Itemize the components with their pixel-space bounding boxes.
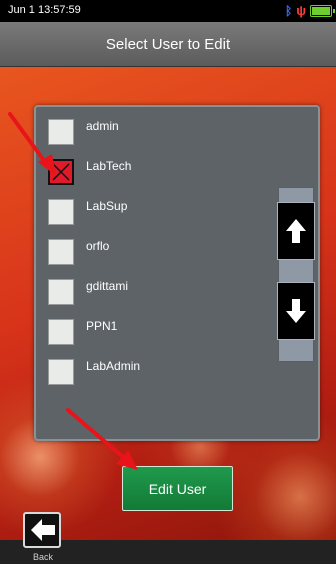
scroll-up-button[interactable]	[277, 202, 315, 260]
user-checkbox-checked[interactable]	[48, 159, 74, 185]
user-name: PPN1	[86, 319, 118, 333]
edit-user-button[interactable]: Edit User	[122, 466, 233, 511]
status-time: Jun 1 13:57:59	[8, 4, 81, 16]
bluetooth-icon: ᛒ	[285, 4, 293, 18]
user-name: LabAdmin	[86, 359, 141, 373]
user-row-ppn1[interactable]: PPN1	[48, 319, 258, 349]
user-row-gdittami[interactable]: gdittami	[48, 279, 258, 309]
user-checkbox[interactable]	[48, 279, 74, 305]
scroll-down-button[interactable]	[277, 282, 315, 340]
user-checkbox[interactable]	[48, 119, 74, 145]
user-name: admin	[86, 119, 119, 133]
edit-user-label: Edit User	[148, 480, 207, 497]
back-label: Back	[33, 552, 54, 562]
user-name: LabTech	[86, 159, 132, 173]
page-title: Select User to Edit	[105, 35, 231, 53]
user-row-orflo[interactable]: orflo	[48, 239, 258, 269]
user-name: LabSup	[86, 199, 128, 213]
user-name: gdittami	[86, 279, 129, 293]
user-row-labsup[interactable]: LabSup	[48, 199, 258, 229]
checked-x-icon	[52, 163, 70, 181]
user-list-panel: admin LabTech LabSup orflo gdittami PPN1…	[34, 105, 320, 441]
user-row-labadmin[interactable]: LabAdmin	[48, 359, 258, 389]
user-row-labtech[interactable]: LabTech	[48, 159, 258, 189]
user-row-admin[interactable]: admin	[48, 119, 258, 149]
usb-icon: ψ	[296, 3, 306, 18]
back-button[interactable]	[23, 512, 61, 548]
user-checkbox[interactable]	[48, 239, 74, 265]
user-checkbox[interactable]	[48, 319, 74, 345]
battery-icon	[310, 5, 335, 17]
title-bar: Select User to Edit	[0, 22, 336, 67]
status-icons: ᛒ ψ	[285, 3, 335, 19]
arrow-left-icon	[31, 519, 55, 541]
arrow-up-icon	[286, 219, 306, 243]
user-name: orflo	[86, 239, 110, 253]
status-bar: Jun 1 13:57:59 ᛒ ψ	[0, 0, 336, 22]
arrow-down-icon	[286, 299, 306, 323]
user-checkbox[interactable]	[48, 359, 74, 385]
user-checkbox[interactable]	[48, 199, 74, 225]
